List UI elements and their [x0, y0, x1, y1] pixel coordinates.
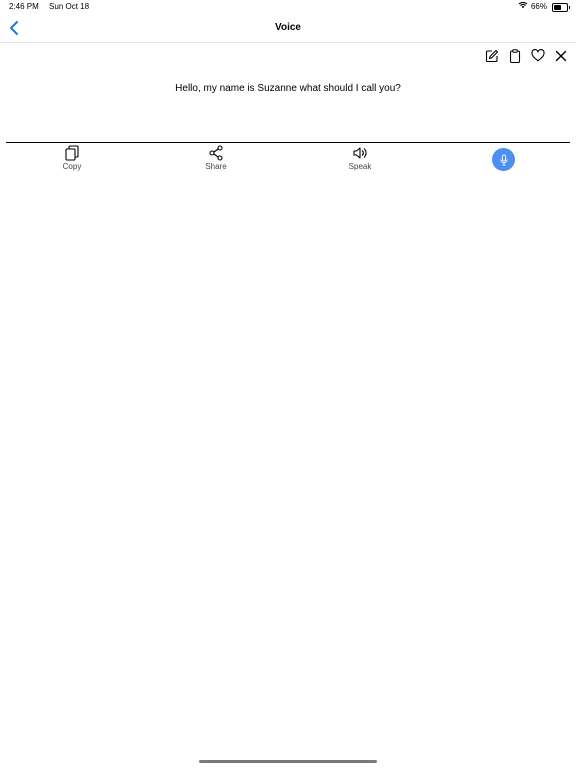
speak-label: Speak — [348, 162, 372, 171]
microphone-button[interactable] — [492, 148, 515, 171]
paste-button[interactable] — [505, 46, 524, 65]
status-date: Sun Oct 18 — [49, 2, 90, 11]
action-bar: Copy Share Speak — [0, 144, 576, 176]
heart-icon — [530, 49, 545, 62]
edit-button[interactable] — [482, 46, 501, 65]
speak-button[interactable]: Speak — [330, 144, 390, 171]
wifi-icon — [518, 0, 528, 14]
copy-button[interactable]: Copy — [42, 144, 102, 171]
copy-label: Copy — [62, 162, 82, 171]
transcript-text[interactable]: Hello, my name is Suzanne what should I … — [0, 82, 576, 96]
copy-icon — [65, 145, 79, 161]
status-time: 2:46 PM — [9, 2, 39, 11]
home-indicator[interactable] — [199, 760, 377, 763]
favorite-button[interactable] — [528, 46, 547, 65]
edit-icon — [485, 49, 498, 62]
close-icon — [555, 50, 566, 61]
status-bar: 2:46 PM Sun Oct 18 66% — [0, 0, 576, 14]
clipboard-icon — [509, 48, 520, 63]
divider — [6, 142, 570, 143]
close-button[interactable] — [551, 46, 570, 65]
share-label: Share — [205, 162, 227, 171]
microphone-icon — [499, 153, 508, 165]
speaker-icon — [353, 147, 367, 159]
page-title: Voice — [275, 22, 301, 33]
battery-level — [554, 4, 562, 10]
editor-toolbar — [482, 46, 570, 65]
share-icon — [209, 145, 223, 161]
battery-icon — [552, 2, 570, 12]
battery-percent: 66% — [530, 2, 547, 11]
share-button[interactable]: Share — [186, 144, 246, 171]
navigation-bar: Voice — [0, 14, 576, 43]
